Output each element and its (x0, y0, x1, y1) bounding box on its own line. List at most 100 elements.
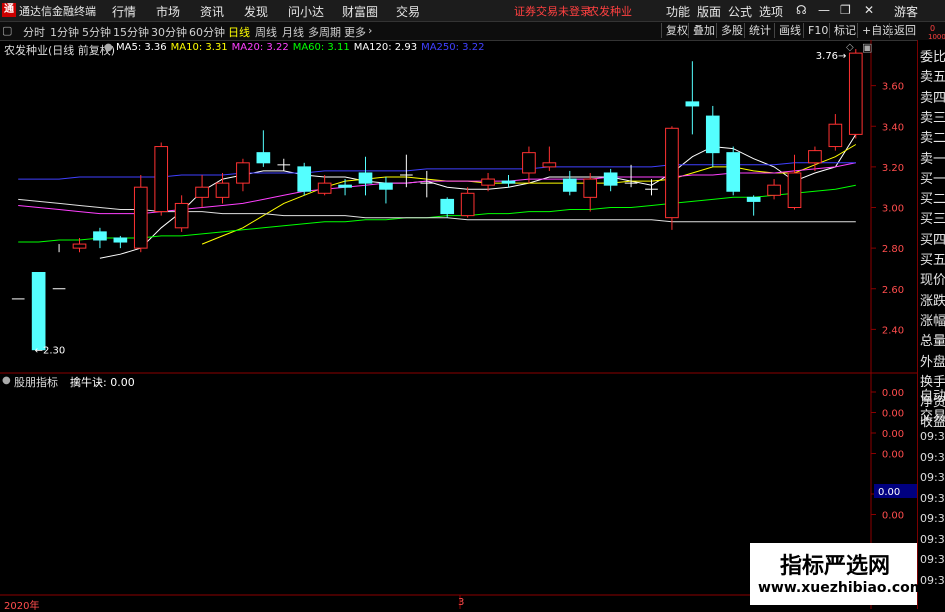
statistics-button[interactable]: 统计 (744, 23, 775, 38)
menu-zixun[interactable]: 资讯 (200, 3, 224, 20)
tab-more[interactable]: 更多 (344, 24, 366, 40)
tab-60min[interactable]: 60分钟 (189, 24, 225, 40)
indicator-name[interactable]: 股朋指标 (14, 374, 58, 390)
candle (236, 158, 250, 192)
candle (828, 114, 843, 151)
overlay-button[interactable]: 叠加 (688, 23, 719, 38)
price-tick-label: 2.60 (882, 285, 904, 296)
panel-top-small2: 1000 (928, 33, 945, 41)
quote-panel-label: 09:30 (920, 532, 945, 546)
minimize-icon[interactable]: — (818, 3, 830, 17)
candle (277, 158, 291, 171)
quote-panel-label: 卖一 (920, 151, 945, 167)
panel-top-small: 0 (930, 24, 936, 33)
candle (317, 175, 332, 196)
settings-circle-icon[interactable]: ● (104, 42, 113, 53)
menu-caifuquan[interactable]: 财富圈 (342, 3, 378, 20)
menu-faxian[interactable]: 发现 (244, 3, 268, 20)
headset-icon[interactable]: ☊ (796, 3, 807, 17)
tab-5min[interactable]: 5分钟 (82, 24, 111, 40)
candle-body (256, 152, 271, 164)
watermark-url: www.xuezhibiao.com (758, 580, 925, 596)
chevron-right-icon[interactable]: › (368, 24, 372, 37)
login-notice[interactable]: 证券交易未登录 (514, 3, 591, 19)
month-label: 3 (458, 597, 465, 608)
candle (460, 187, 475, 218)
candle (542, 146, 557, 171)
candle-body (726, 152, 741, 192)
candle (113, 235, 128, 249)
candle-body (379, 182, 393, 190)
quote-panel-label: 总量 (920, 334, 945, 350)
draw-line-button[interactable]: 画线 (774, 23, 805, 38)
quote-panel-label: 09:30 (920, 430, 945, 443)
indicator-tick-label: 0.00 (882, 409, 904, 420)
quote-panel-label: 卖四 (920, 90, 945, 106)
quote-panel: 委比 卖五 卖四 卖三 卖二 卖一 买一 买二 买三 买四 买五 现价 涨跌 涨幅 总量 外盘 换手 净资 收益 自动… (917, 40, 945, 609)
tab-15min[interactable]: 15分钟 (113, 24, 149, 40)
tab-multi-period[interactable]: 多周期 (308, 24, 341, 40)
quote-panel-label: 交易 (920, 409, 945, 424)
candle-body (460, 192, 475, 217)
candle-body (501, 180, 516, 184)
menu-banmian[interactable]: 版面 (697, 3, 721, 20)
candle-body (603, 172, 618, 186)
mark-button[interactable]: 标记 (829, 23, 860, 38)
tab-30min[interactable]: 30分钟 (151, 24, 187, 40)
quote-panel-label: 涨跌 (920, 293, 945, 309)
candle (256, 130, 271, 167)
tab-daily[interactable]: 日线 (228, 24, 250, 40)
year-label: 2020年 (4, 601, 40, 612)
candle (767, 179, 781, 200)
candle (338, 179, 352, 196)
close-icon[interactable]: ✕ (864, 3, 874, 17)
kline-chart[interactable]: 2.40 2.60 2.80 3.00 3.20 3.40 3.60 3.76→ ←2.30 0… (0, 40, 917, 609)
candle-body (133, 186, 148, 249)
tab-1min[interactable]: 1分钟 (50, 24, 79, 40)
menu-hangqing[interactable]: 行情 (112, 3, 136, 20)
candle (583, 172, 598, 212)
menu-gongshi[interactable]: 公式 (728, 3, 752, 20)
candle (808, 146, 822, 171)
menu-wenxiaoda[interactable]: 问小达 (288, 3, 324, 20)
indicator-current-value: 0.00 (878, 487, 900, 498)
screen-icon[interactable]: ▣ (862, 41, 872, 54)
menu-jiaoyi[interactable]: 交易 (396, 3, 420, 20)
diamond-icon[interactable]: ◇ (846, 42, 854, 53)
candle-body (767, 184, 781, 196)
restore-icon[interactable]: ❐ (840, 3, 851, 17)
candle-body (583, 178, 598, 198)
candle (746, 195, 761, 216)
candle-body (685, 101, 700, 107)
candle (562, 170, 577, 196)
user-label[interactable]: 游客 (894, 3, 918, 20)
candle-body (358, 172, 373, 184)
candle-body (195, 186, 209, 198)
back-button[interactable]: 返回 (889, 23, 920, 38)
candle (440, 197, 455, 218)
tab-weekly[interactable]: 周线 (255, 24, 277, 40)
candle-body (848, 52, 863, 135)
price-tick-label: 3.40 (882, 122, 904, 133)
quote-panel-label: 外盘 (920, 354, 945, 370)
quote-panel-label: 买五 (920, 253, 945, 268)
quote-panel-label: 卖五 (920, 70, 945, 86)
f10-button[interactable]: F10 (803, 23, 832, 38)
menu-shichang[interactable]: 市场 (156, 3, 180, 20)
current-stock-name: 农发种业 (588, 5, 632, 18)
tab-monthly[interactable]: 月线 (282, 24, 304, 40)
ma-legend-item: MA20: 3.22 (231, 42, 289, 53)
multi-stock-button[interactable]: 多股 (716, 23, 747, 38)
menu-xuanxiang[interactable]: 选项 (759, 3, 783, 20)
sidebar-toggle-icon[interactable]: ▢ (2, 24, 12, 37)
quote-panel-label: 委比 (920, 50, 945, 65)
indicator-settings-icon[interactable]: ● (2, 375, 11, 386)
quote-panel-label: 09:30 (920, 450, 945, 464)
candle-body (542, 162, 557, 168)
candle (297, 162, 312, 196)
menu-gongneng[interactable]: 功能 (666, 3, 690, 20)
candle (420, 170, 434, 198)
indicator-tick-label: 0.00 (882, 511, 904, 522)
tab-fenshi[interactable]: 分时 (23, 24, 45, 40)
candle (133, 175, 148, 253)
